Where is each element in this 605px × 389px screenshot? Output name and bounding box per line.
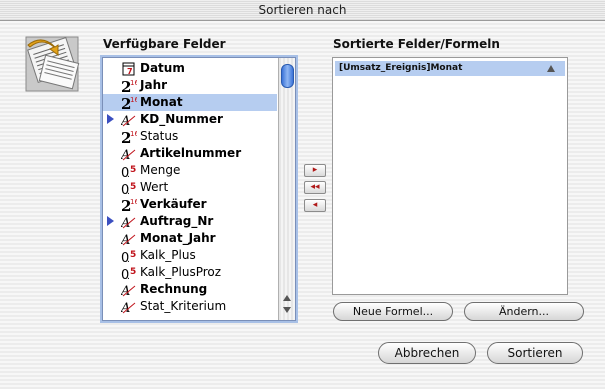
real-type-icon: 0.5: [121, 162, 137, 181]
date-type-icon: 7: [121, 60, 137, 77]
window-titlebar: Sortieren nach: [0, 0, 605, 21]
integer-type-icon: 216: [121, 196, 139, 215]
scroll-up-arrow[interactable]: [283, 295, 291, 301]
field-label: Status: [140, 129, 179, 143]
edit-button[interactable]: Ändern...: [464, 302, 584, 321]
new-formula-button[interactable]: Neue Formel...: [333, 302, 453, 321]
field-label: Artikelnummer: [140, 146, 242, 160]
scroll-thumb[interactable]: [281, 64, 294, 88]
available-fields-scrollbar[interactable]: [278, 58, 295, 320]
field-list-item[interactable]: A Stat_Kriterium: [103, 298, 277, 316]
field-label: KD_Nummer: [140, 112, 223, 126]
field-label: Stat_Kriterium: [140, 299, 227, 313]
add-field-button[interactable]: ▸: [304, 164, 326, 177]
scroll-down-arrow[interactable]: [283, 307, 291, 313]
integer-type-icon: 216: [121, 128, 139, 147]
field-label: Verkäufer: [140, 197, 207, 211]
svg-text:16: 16: [130, 198, 137, 206]
field-label: Rechnung: [140, 282, 208, 296]
expand-arrow-icon[interactable]: [107, 114, 114, 124]
sorted-field-label: [Umsatz_Ereignis]Monat: [339, 63, 463, 73]
alpha-type-icon: A: [120, 111, 137, 129]
field-list-item[interactable]: 216Status: [103, 128, 277, 147]
field-label: Monat: [140, 95, 183, 109]
svg-text:16: 16: [130, 130, 137, 138]
field-list-item[interactable]: 216Jahr: [103, 77, 277, 96]
sort-dialog-icon: [24, 33, 82, 95]
field-label: Jahr: [140, 78, 168, 92]
available-fields-heading: Verfügbare Felder: [103, 37, 226, 51]
cancel-button[interactable]: Abbrechen: [378, 342, 476, 364]
real-type-icon: 0.5: [121, 264, 137, 283]
svg-text:5: 5: [130, 182, 136, 192]
field-list-item[interactable]: A KD_Nummer: [103, 111, 277, 129]
field-list-item[interactable]: 0. 5 Menge: [103, 162, 277, 181]
svg-text:16: 16: [130, 79, 137, 87]
field-list-item[interactable]: 7 Datum: [103, 60, 277, 77]
expand-arrow-icon[interactable]: [107, 216, 114, 226]
svg-text:7: 7: [127, 67, 133, 76]
alpha-type-icon: A: [120, 281, 137, 299]
sorted-fields-list[interactable]: [Umsatz_Ereignis]Monat: [332, 57, 568, 295]
field-label: Menge: [140, 163, 181, 177]
svg-text:5: 5: [130, 267, 136, 277]
sorted-field-row[interactable]: [Umsatz_Ereignis]Monat: [335, 61, 565, 76]
alpha-type-icon: A: [120, 145, 137, 163]
integer-type-icon: 216: [121, 77, 139, 96]
alpha-type-icon: A: [120, 230, 137, 248]
field-list-item[interactable]: 216Verkäufer: [103, 196, 277, 215]
remove-all-fields-button[interactable]: ◂◂: [304, 181, 326, 194]
field-list-item[interactable]: A Auftrag_Nr: [103, 213, 277, 231]
svg-text:5: 5: [130, 165, 136, 175]
sorted-fields-heading: Sortierte Felder/Formeln: [333, 37, 500, 51]
field-label: Wert: [140, 180, 169, 194]
field-list-item[interactable]: A Monat_Jahr: [103, 230, 277, 248]
window-title: Sortieren nach: [258, 3, 347, 17]
field-list-item[interactable]: A Artikelnummer: [103, 145, 277, 163]
field-list-item[interactable]: A Rechnung: [103, 281, 277, 299]
svg-text:5: 5: [130, 250, 136, 260]
field-label: Auftrag_Nr: [140, 214, 214, 228]
svg-text:16: 16: [130, 96, 137, 104]
alpha-type-icon: A: [120, 213, 137, 231]
remove-field-button[interactable]: ◂: [304, 199, 326, 212]
integer-type-icon: 216: [121, 94, 139, 113]
real-type-icon: 0.5: [121, 247, 137, 266]
field-list-item[interactable]: 216Monat: [103, 94, 277, 113]
sort-button[interactable]: Sortieren: [487, 342, 583, 364]
real-type-icon: 0.5: [121, 179, 137, 198]
field-label: Monat_Jahr: [140, 231, 216, 245]
alpha-type-icon: A: [120, 298, 137, 316]
sort-ascending-icon[interactable]: [547, 65, 555, 72]
field-list-item[interactable]: 0. 5 Kalk_PlusProz: [103, 264, 277, 283]
field-label: Kalk_Plus: [140, 248, 196, 262]
field-label: Kalk_PlusProz: [140, 265, 222, 279]
field-label: Datum: [140, 61, 185, 75]
field-list-item[interactable]: 0. 5 Kalk_Plus: [103, 247, 277, 266]
available-fields-list[interactable]: 7Datum216Jahr216MonatAKD_Nummer216Status…: [102, 57, 296, 321]
field-list-item[interactable]: 0. 5 Wert: [103, 179, 277, 198]
